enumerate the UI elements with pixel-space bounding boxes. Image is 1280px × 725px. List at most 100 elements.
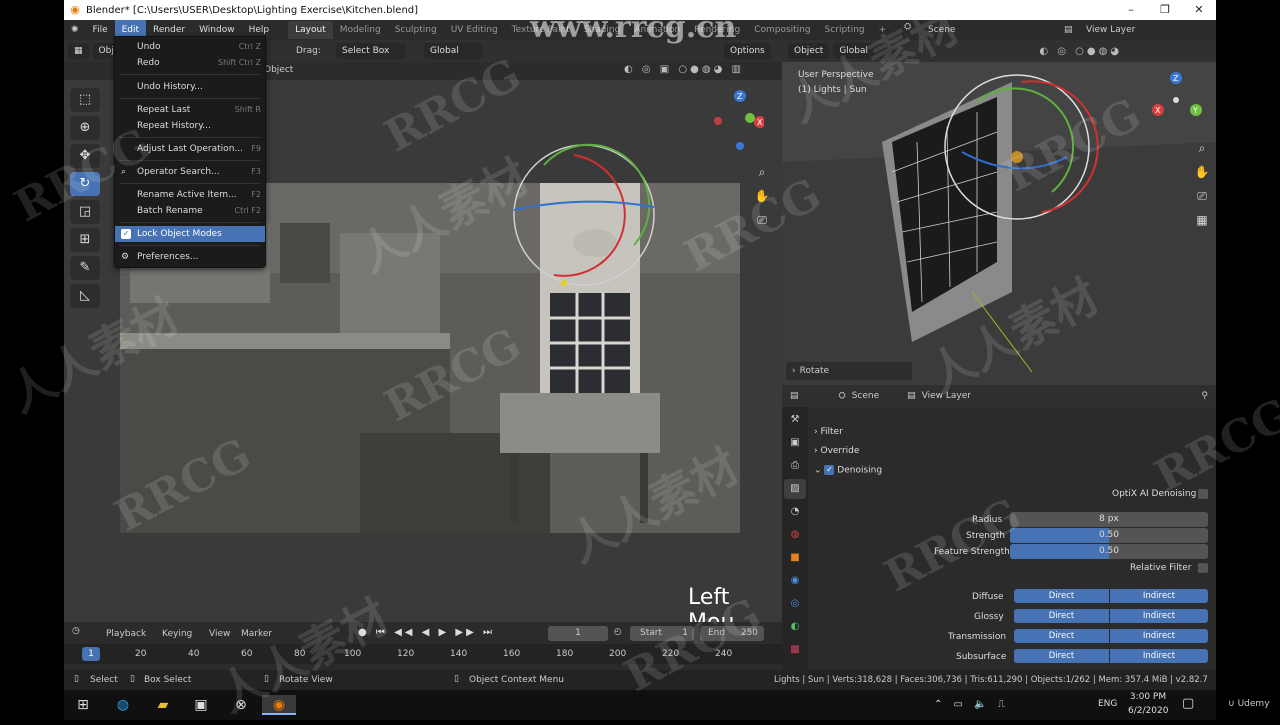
minimize-button[interactable]: –: [1114, 0, 1148, 20]
scene-selector[interactable]: Scene: [928, 20, 955, 40]
playback-controls[interactable]: ● ⏮ ◀◀ ◀ ▶ ▶▶ ⏭: [358, 627, 495, 638]
diffuse-direct-toggle[interactable]: Direct: [1014, 589, 1109, 603]
menu-item-batch-rename[interactable]: Batch Rename Ctrl F2: [115, 203, 265, 219]
windows-start-icon[interactable]: ⊞: [72, 695, 94, 715]
timeline-editor-icon[interactable]: ◷: [72, 626, 80, 636]
stopwatch-icon[interactable]: ◴: [614, 627, 622, 637]
last-operation-panel[interactable]: › Rotate: [786, 362, 912, 380]
edge-browser-icon[interactable]: ◍: [112, 695, 134, 715]
viewport-shading-icons[interactable]: ◐ ◎ ▣ ○●◍◕ ▥: [624, 64, 744, 75]
close-button[interactable]: ✕: [1182, 0, 1216, 20]
move-tool-icon[interactable]: ✥: [70, 144, 100, 168]
select-box-dropdown[interactable]: Select Box: [336, 43, 406, 59]
menu-item-lock-object-modes[interactable]: ✓ Lock Object Modes: [115, 226, 265, 242]
clock-time[interactable]: 3:00 PM: [1128, 692, 1168, 702]
modifier-tab-icon[interactable]: ◉: [784, 571, 806, 591]
transform-tool-icon[interactable]: ⊞: [70, 228, 100, 252]
playback-menu[interactable]: Playback: [106, 629, 146, 639]
menu-item-undo[interactable]: Undo Ctrl Z: [115, 39, 265, 55]
blender-taskbar-icon[interactable]: ◉: [262, 695, 296, 715]
menu-item-operator-search[interactable]: ⌕ Operator Search... F3: [115, 164, 265, 180]
filter-panel[interactable]: › Filter: [814, 427, 843, 437]
playhead[interactable]: 1: [82, 647, 100, 661]
orientation-dropdown[interactable]: Global: [424, 43, 482, 59]
menu-item-repeat-last[interactable]: Repeat Last Shift R: [115, 102, 265, 118]
notification-icon[interactable]: ▢: [1182, 696, 1194, 711]
object-menu[interactable]: Object: [264, 65, 293, 75]
navigation-gizmo[interactable]: Z X: [704, 88, 764, 158]
menu-item-redo[interactable]: Redo Shift Ctrl Z: [115, 55, 265, 71]
right-orientation-dropdown[interactable]: Global: [833, 43, 896, 59]
radius-field[interactable]: 8 px: [1010, 512, 1208, 527]
output-tab-icon[interactable]: ⎙: [784, 456, 806, 476]
menu-item-preferences[interactable]: ⚙ Preferences...: [115, 249, 265, 265]
end-frame-field[interactable]: End 250: [700, 626, 764, 641]
start-frame-field[interactable]: Start 1: [630, 626, 694, 641]
store-icon[interactable]: ▣: [190, 695, 212, 715]
scene-tab-icon[interactable]: ◔: [784, 502, 806, 522]
physics-tab-icon[interactable]: ◎: [784, 594, 806, 614]
view-layer-selector[interactable]: View Layer: [1086, 20, 1135, 40]
pan-hand-icon[interactable]: ✋: [754, 184, 770, 208]
menu-item-undo-history[interactable]: Undo History...: [115, 79, 265, 95]
menu-item-repeat-history[interactable]: Repeat History...: [115, 118, 265, 134]
glossy-direct-toggle[interactable]: Direct: [1014, 609, 1109, 623]
right-shading-icons[interactable]: ◐ ◎ ○●◍◕: [1039, 46, 1122, 57]
menu-file[interactable]: File: [86, 20, 115, 40]
right-camera-icon[interactable]: ⎚: [1194, 184, 1210, 208]
file-explorer-icon[interactable]: ▰: [152, 695, 174, 715]
scale-tool-icon[interactable]: ◲: [70, 200, 100, 224]
menu-item-rename-active[interactable]: Rename Active Item... F2: [115, 187, 265, 203]
override-panel[interactable]: › Override: [814, 446, 859, 456]
tab-modeling[interactable]: Modeling: [333, 21, 388, 39]
tab-scripting[interactable]: Scripting: [818, 21, 872, 39]
transmission-direct-toggle[interactable]: Direct: [1014, 629, 1109, 643]
marker-menu[interactable]: Marker: [241, 629, 272, 639]
tool-tab-icon[interactable]: ⚒: [784, 410, 806, 430]
add-workspace-button[interactable]: +: [872, 21, 894, 39]
system-tray-icons[interactable]: ⌃ ▭ 🔈 ⎍: [934, 699, 1009, 710]
xbox-icon[interactable]: ⊗: [230, 695, 252, 715]
right-zoom-icon[interactable]: ⌕: [1194, 136, 1210, 160]
strength-slider[interactable]: 0.50: [1010, 528, 1208, 543]
camera-icon[interactable]: ⎚: [754, 208, 770, 232]
zoom-icon[interactable]: ⌕: [754, 160, 770, 184]
transmission-indirect-toggle[interactable]: Indirect: [1110, 629, 1208, 643]
options-dropdown[interactable]: Options: [724, 43, 771, 59]
right-navigation-gizmo[interactable]: Z X Y: [1152, 70, 1212, 130]
optix-denoising-checkbox[interactable]: [1198, 489, 1208, 499]
tab-sculpting[interactable]: Sculpting: [388, 21, 444, 39]
right-3d-viewport[interactable]: Object Global ◐ ◎ ○●◍◕ User Perspective …: [782, 40, 1216, 385]
language-indicator[interactable]: ENG: [1098, 699, 1117, 709]
view-menu[interactable]: View: [209, 629, 230, 639]
rotate-gizmo[interactable]: [504, 135, 664, 295]
menu-item-adjust-last[interactable]: Adjust Last Operation... F9: [115, 141, 265, 157]
rotate-tool-icon[interactable]: ↻: [70, 172, 100, 196]
select-tool-icon[interactable]: ⬚: [70, 88, 100, 112]
tab-compositing[interactable]: Compositing: [747, 21, 817, 39]
texture-tab-icon[interactable]: ▩: [784, 640, 806, 660]
diffuse-indirect-toggle[interactable]: Indirect: [1110, 589, 1208, 603]
clock-date[interactable]: 6/2/2020: [1128, 706, 1168, 716]
object-data-tab-icon[interactable]: ◐: [784, 617, 806, 637]
relative-filter-checkbox[interactable]: [1198, 563, 1208, 573]
timeline[interactable]: ◷ Playback Keying View Marker ● ⏮ ◀◀ ◀ ▶…: [64, 622, 782, 670]
glossy-indirect-toggle[interactable]: Indirect: [1110, 609, 1208, 623]
pin-icon[interactable]: ⚲: [1201, 391, 1208, 401]
frame-ruler[interactable]: 1 20 40 60 80 100 120 140 160 180 200 22…: [64, 644, 782, 664]
denoising-panel[interactable]: ⌄ ✓ Denoising: [814, 465, 882, 476]
measure-tool-icon[interactable]: ◺: [70, 284, 100, 308]
world-tab-icon[interactable]: ◍: [784, 525, 806, 545]
annotate-tool-icon[interactable]: ✎: [70, 256, 100, 280]
render-tab-icon[interactable]: ▣: [784, 433, 806, 453]
checkbox-checked-icon[interactable]: ✓: [121, 229, 131, 239]
subsurface-direct-toggle[interactable]: Direct: [1014, 649, 1109, 663]
maximize-button[interactable]: ❐: [1148, 0, 1182, 20]
view-layer-tab-icon[interactable]: ▨: [784, 479, 806, 499]
properties-editor-icon[interactable]: ▤: [790, 391, 799, 401]
right-mode-selector[interactable]: Object: [788, 43, 830, 59]
denoising-checkbox[interactable]: ✓: [824, 465, 835, 475]
editor-type-button[interactable]: ▦: [68, 43, 89, 59]
tab-uv-editing[interactable]: UV Editing: [444, 21, 505, 39]
blender-menu-icon[interactable]: ✺: [64, 20, 86, 40]
